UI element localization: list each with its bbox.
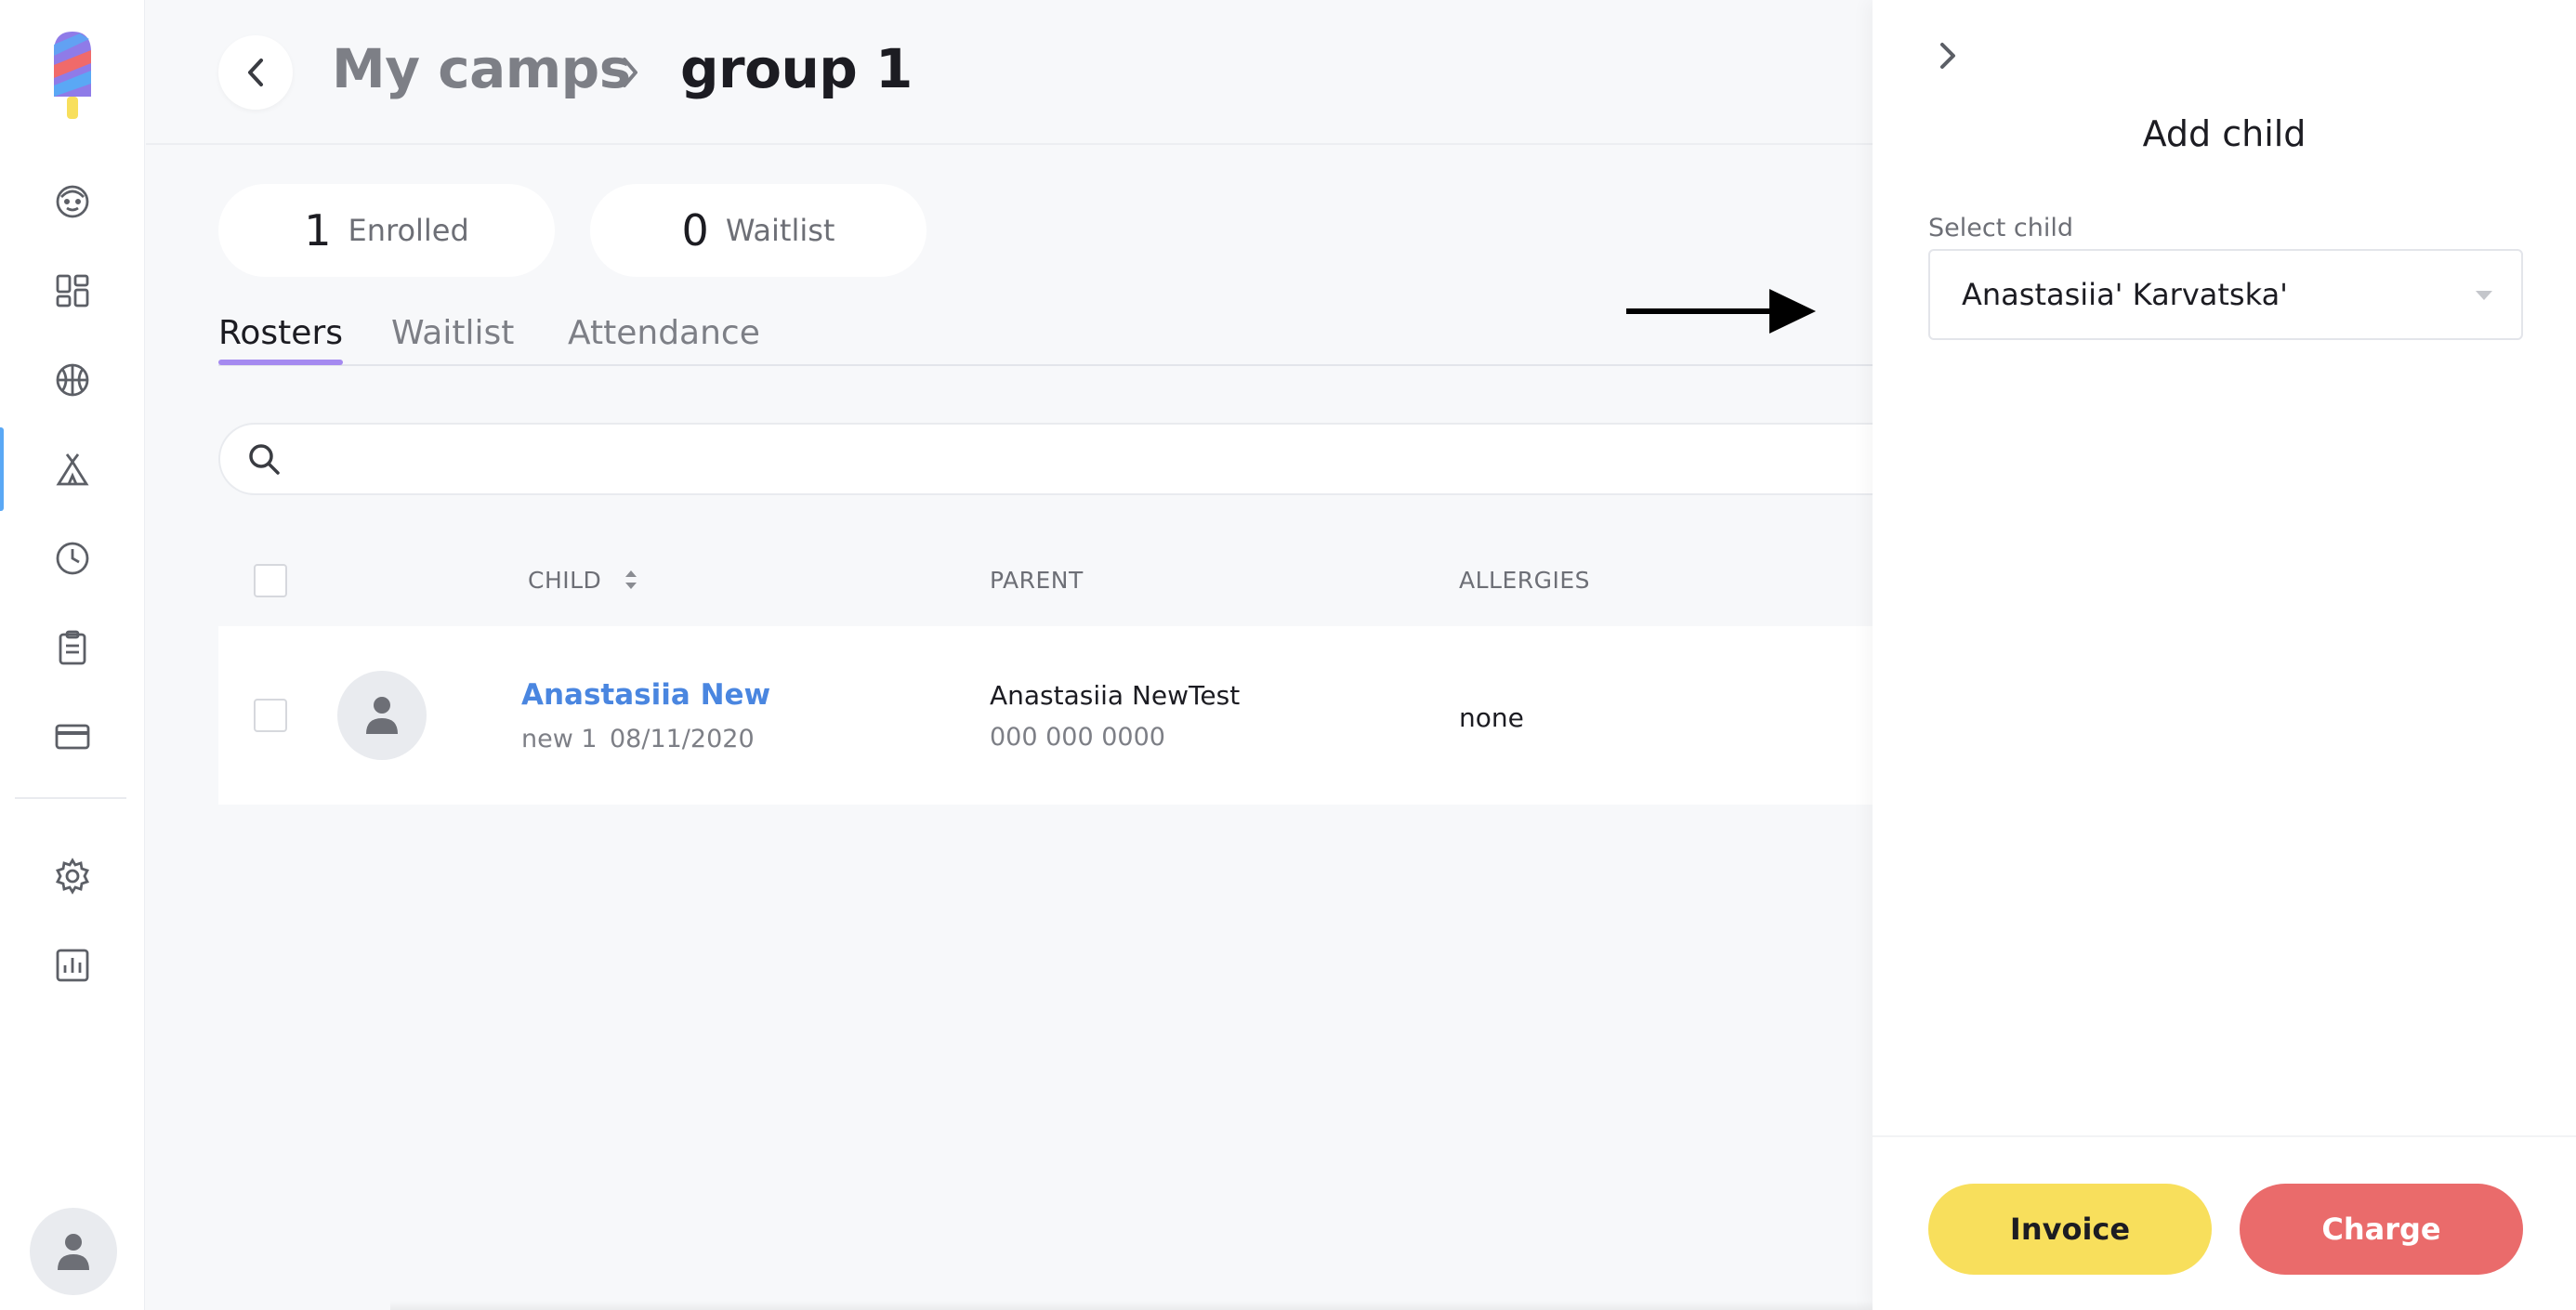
- nav-item-schedule[interactable]: [0, 517, 145, 600]
- dashboard-grid-icon: [56, 274, 89, 308]
- child-group: new 1: [521, 725, 598, 753]
- enrolled-count: 1: [304, 205, 332, 255]
- nav-item-reports[interactable]: [0, 924, 145, 1007]
- nav-item-settings[interactable]: [0, 834, 145, 918]
- tab-attendance[interactable]: Attendance: [568, 314, 760, 361]
- column-header-child[interactable]: CHILD: [528, 567, 639, 594]
- chevron-right-icon[interactable]: [1934, 37, 1962, 74]
- app-logo-icon[interactable]: [48, 28, 97, 121]
- column-header-allergies: ALLERGIES: [1459, 567, 1591, 594]
- chevron-right-icon: [623, 58, 637, 87]
- nav-item-camps[interactable]: [0, 427, 145, 511]
- column-header-child-label: CHILD: [528, 567, 602, 594]
- chevron-left-icon: [248, 59, 263, 86]
- tab-waitlist[interactable]: Waitlist: [391, 314, 514, 361]
- nav-item-dashboard[interactable]: [0, 249, 145, 333]
- invoice-button[interactable]: Invoice: [1928, 1184, 2212, 1275]
- child-avatar: [337, 671, 427, 760]
- clipboard-icon: [59, 630, 86, 665]
- select-child-dropdown[interactable]: Anastasiia' Karvatska': [1928, 249, 2523, 340]
- sidebar-divider: [15, 797, 126, 799]
- select-all-checkbox[interactable]: [254, 564, 287, 597]
- report-chart-icon: [56, 949, 89, 982]
- child-face-icon: [56, 185, 89, 218]
- annotation-arrow-icon: [1626, 289, 1816, 334]
- child-name-link[interactable]: Anastasiia New: [521, 678, 770, 712]
- page-title: group 1: [680, 37, 913, 100]
- parent-name: Anastasiia NewTest: [990, 680, 1241, 711]
- ball-icon: [56, 363, 89, 397]
- caret-down-icon: [2476, 291, 2492, 300]
- child-dob: 08/11/2020: [610, 725, 755, 753]
- table-row[interactable]: Anastasiia New new 1 08/11/2020 Anastasi…: [218, 626, 1919, 805]
- charge-button[interactable]: Charge: [2240, 1184, 2523, 1275]
- allergies-value: none: [1459, 702, 1524, 733]
- search-bar: [218, 423, 1919, 495]
- nav-item-children[interactable]: [0, 160, 145, 243]
- user-avatar[interactable]: [30, 1208, 117, 1295]
- page-header: My camps group 1: [146, 0, 1873, 145]
- search-icon: [249, 444, 280, 475]
- waitlist-count: 0: [681, 205, 709, 255]
- bottom-shadow: [390, 1301, 1873, 1310]
- sort-icon[interactable]: [623, 568, 639, 592]
- clock-icon: [56, 542, 89, 575]
- add-child-drawer: Add child Select child Anastasiia' Karva…: [1873, 0, 2576, 1310]
- sidebar: [0, 0, 145, 1310]
- tent-icon: [56, 453, 89, 486]
- waitlist-stat: 0 Waitlist: [590, 184, 927, 277]
- drawer-title: Add child: [2142, 113, 2307, 154]
- column-header-parent: PARENT: [990, 567, 1084, 594]
- search-input[interactable]: [295, 434, 1874, 486]
- tab-rosters[interactable]: Rosters: [218, 314, 343, 365]
- drawer-footer: Invoice Charge: [1873, 1135, 2576, 1310]
- back-button[interactable]: [218, 35, 293, 110]
- credit-card-icon: [55, 724, 90, 750]
- user-icon: [366, 697, 398, 734]
- gear-icon: [56, 858, 89, 895]
- select-child-label: Select child: [1928, 214, 2073, 242]
- waitlist-label: Waitlist: [725, 213, 835, 248]
- enrolled-label: Enrolled: [348, 213, 469, 248]
- nav-item-activities[interactable]: [0, 338, 145, 422]
- nav-item-payments[interactable]: [0, 695, 145, 779]
- parent-phone: 000 000 0000: [990, 723, 1165, 752]
- enrolled-stat: 1 Enrolled: [218, 184, 555, 277]
- select-child-value: Anastasiia' Karvatska': [1962, 277, 2288, 312]
- user-icon: [58, 1234, 89, 1270]
- nav-item-forms[interactable]: [0, 606, 145, 689]
- row-checkbox[interactable]: [254, 699, 287, 732]
- breadcrumb-parent[interactable]: My camps: [332, 37, 631, 100]
